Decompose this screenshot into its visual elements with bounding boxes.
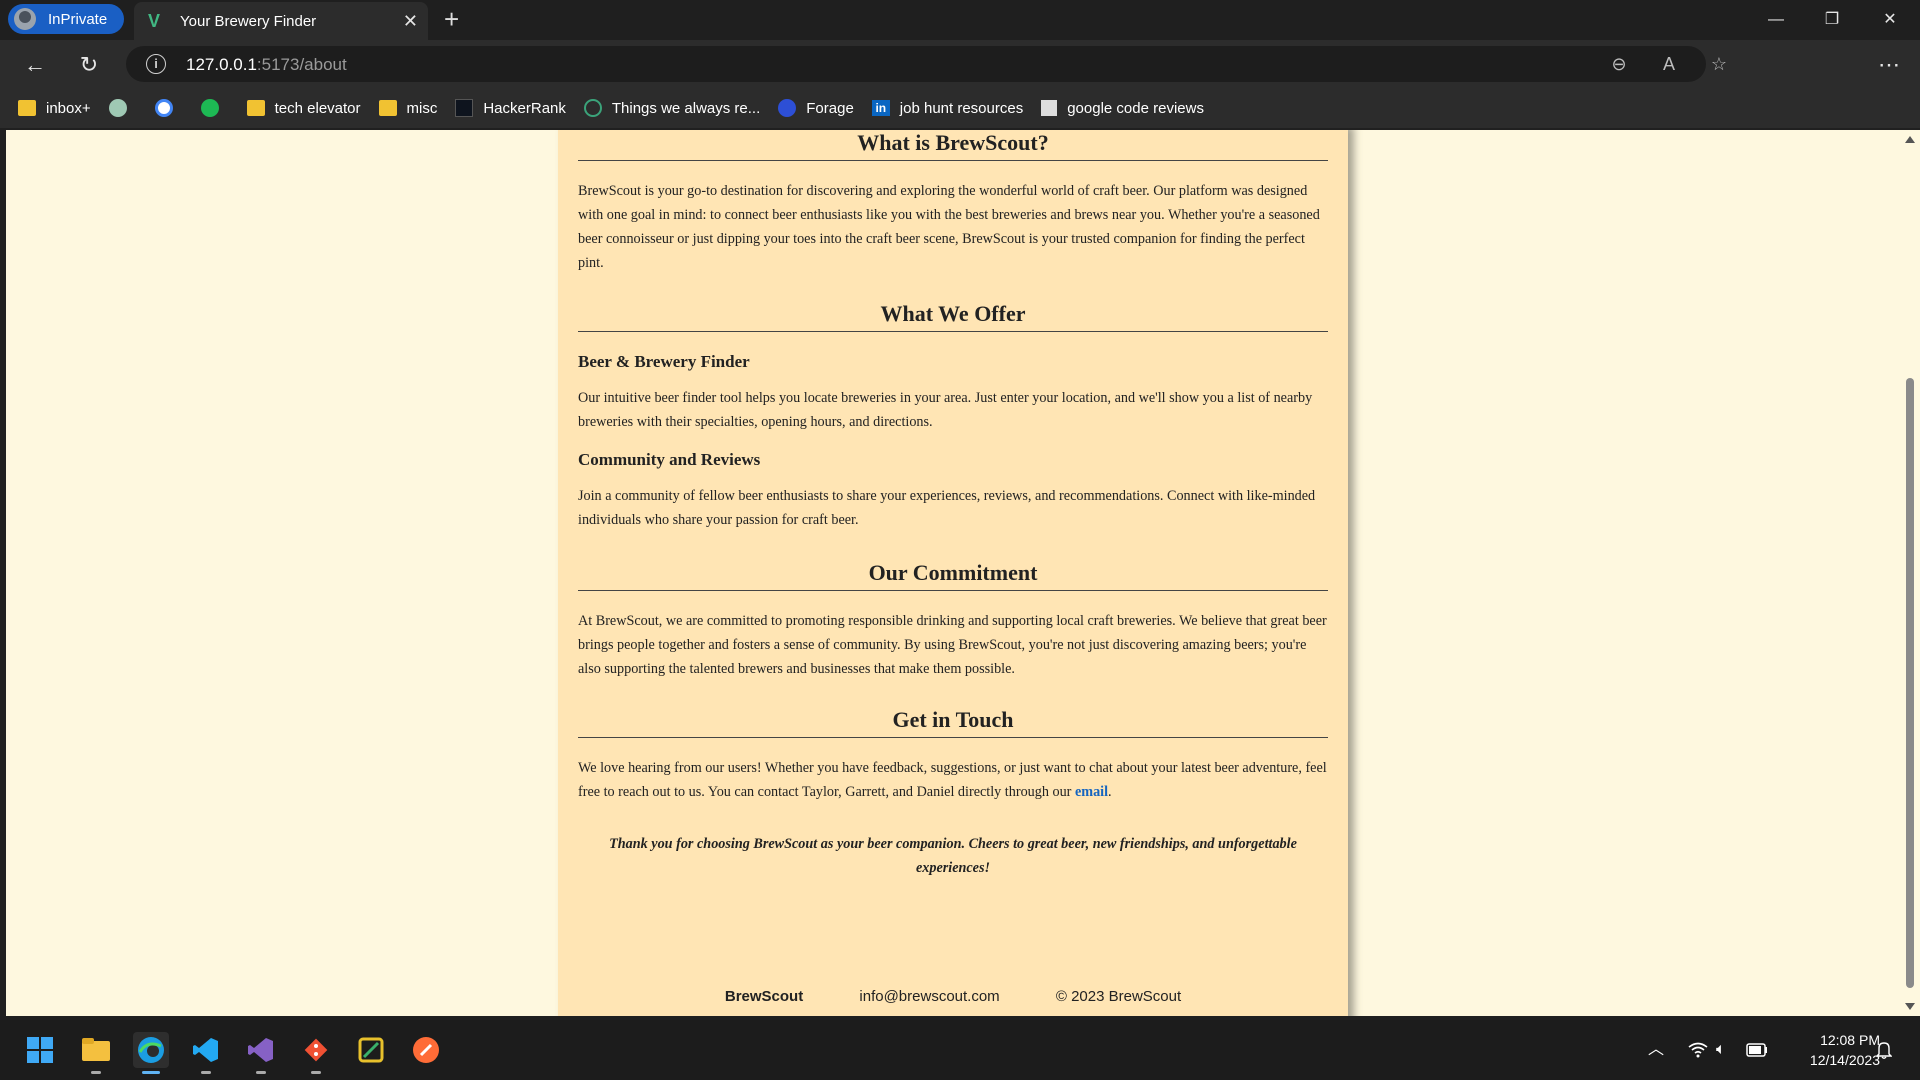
- bookmark-google-code-reviews[interactable]: google code reviews: [1041, 100, 1204, 117]
- spotify-icon: [200, 99, 219, 117]
- windows-start-icon[interactable]: [22, 1032, 58, 1068]
- bookmark-chatgpt[interactable]: [108, 99, 137, 117]
- section-text-what-is: BrewScout is your go-to destination for …: [578, 183, 1320, 271]
- site-footer: BrewScout info@brewscout.com © 2023 Brew…: [6, 988, 1900, 1005]
- bookmark-inbox[interactable]: inbox+: [18, 100, 91, 117]
- scrollbar-thumb[interactable]: [1906, 378, 1914, 988]
- favorites-bar: inbox+ tech elevator misc HackerRank Thi…: [0, 88, 1920, 128]
- page-viewport: What is BrewScout? BrewScout is your go-…: [6, 130, 1900, 1016]
- favorite-star-icon[interactable]: ☆: [1706, 52, 1732, 76]
- volume-icon[interactable]: 🔈︎: [1716, 1020, 1726, 1080]
- navigation-bar: ← ↻ i 127.0.0.1:5173/about ⊖ A ☆ ⋯: [0, 40, 1920, 88]
- restore-icon[interactable]: ❐: [1804, 0, 1860, 40]
- page-icon: [583, 99, 602, 117]
- footer-email[interactable]: info@brewscout.com: [859, 988, 999, 1005]
- folder-icon: [18, 100, 36, 116]
- email-link[interactable]: email: [1075, 784, 1108, 800]
- subheading-community: Community and Reviews: [578, 450, 761, 469]
- forage-icon: [778, 99, 797, 117]
- bookmark-things[interactable]: Things we always re...: [583, 99, 760, 117]
- file-explorer-icon[interactable]: [78, 1032, 114, 1074]
- section-text-get-in-touch: We love hearing from our users! Whether …: [578, 760, 1327, 800]
- back-icon[interactable]: ←: [20, 50, 50, 80]
- vue-favicon-icon: V: [148, 11, 161, 31]
- page-icon: [1041, 100, 1058, 116]
- close-icon[interactable]: ✕: [1862, 0, 1918, 40]
- new-tab-icon[interactable]: +: [444, 6, 459, 32]
- hackerrank-icon: [455, 99, 474, 117]
- footer-brand: BrewScout: [724, 988, 804, 1005]
- folder-icon: [246, 100, 265, 116]
- section-title-what-we-offer: What We Offer: [578, 301, 1328, 332]
- visual-studio-icon[interactable]: [243, 1032, 279, 1074]
- system-clock[interactable]: 12:08 PM 12/14/2023: [1780, 1030, 1880, 1070]
- folder-icon: [378, 100, 397, 116]
- tab-title: Your Brewery Finder: [180, 12, 317, 30]
- page-scrollbar[interactable]: [1900, 130, 1920, 1016]
- tab-close-icon[interactable]: ✕: [403, 11, 418, 32]
- about-card: What is BrewScout? BrewScout is your go-…: [558, 130, 1348, 1016]
- bookmark-forage[interactable]: Forage: [778, 99, 854, 117]
- site-info-icon[interactable]: i: [146, 54, 166, 74]
- clock-time: 12:08 PM: [1820, 1032, 1880, 1048]
- inprivate-badge[interactable]: InPrivate: [8, 4, 124, 34]
- postman-icon[interactable]: [408, 1032, 444, 1068]
- zoom-out-icon[interactable]: ⊖: [1606, 52, 1632, 76]
- tab-strip: InPrivate V Your Brewery Finder ✕ + — ❐ …: [0, 0, 1920, 40]
- bookmark-hackerrank[interactable]: HackerRank: [455, 99, 566, 117]
- clock-date: 12/14/2023: [1809, 1052, 1880, 1068]
- scroll-up-icon[interactable]: [1905, 136, 1915, 143]
- git-icon[interactable]: [298, 1032, 334, 1074]
- section-title-get-in-touch: Get in Touch: [578, 707, 1328, 738]
- battery-icon[interactable]: [1746, 1020, 1768, 1080]
- show-hidden-icons-icon[interactable]: ︿: [1648, 1020, 1664, 1080]
- wifi-icon[interactable]: [1688, 1020, 1708, 1080]
- section-text-commitment: At BrewScout, we are committed to promot…: [578, 613, 1327, 677]
- subheading-finder: Beer & Brewery Finder: [578, 352, 750, 371]
- snipping-tool-icon[interactable]: [353, 1032, 389, 1068]
- inprivate-label: InPrivate: [48, 10, 108, 28]
- thank-you-message: Thank you for choosing BrewScout as your…: [609, 836, 1297, 876]
- bookmark-tech-elevator[interactable]: tech elevator: [246, 100, 361, 117]
- url-text[interactable]: 127.0.0.1:5173/about: [186, 55, 347, 75]
- bookmark-spotify[interactable]: [200, 99, 229, 117]
- edge-icon[interactable]: [133, 1032, 169, 1074]
- minimize-icon[interactable]: —: [1748, 0, 1804, 40]
- bookmark-job-hunt[interactable]: in job hunt resources: [871, 100, 1023, 117]
- section-title-commitment: Our Commitment: [578, 560, 1328, 591]
- notification-bell-icon[interactable]: [1875, 1020, 1893, 1080]
- read-aloud-icon[interactable]: A: [1656, 52, 1682, 76]
- section-title-what-is: What is BrewScout?: [578, 130, 1328, 161]
- chatgpt-icon: [108, 99, 127, 117]
- bookmark-google[interactable]: [154, 99, 183, 117]
- active-tab[interactable]: V Your Brewery Finder ✕: [134, 2, 428, 40]
- google-icon: [154, 99, 173, 117]
- about-content: What is BrewScout? BrewScout is your go-…: [578, 130, 1328, 880]
- linkedin-icon: in: [871, 100, 890, 116]
- footer-copyright: © 2023 BrewScout: [1055, 988, 1182, 1005]
- profile-avatar: [14, 8, 36, 30]
- text-community: Join a community of fellow beer enthusia…: [578, 488, 1316, 528]
- vscode-icon[interactable]: [188, 1032, 224, 1074]
- bookmark-misc[interactable]: misc: [378, 100, 437, 117]
- windows-taskbar: ︿ 🔈︎ 12:08 PM 12/14/2023: [0, 1020, 1920, 1080]
- more-options-icon[interactable]: ⋯: [1874, 50, 1904, 80]
- scroll-down-icon[interactable]: [1905, 1003, 1915, 1010]
- text-finder: Our intuitive beer finder tool helps you…: [578, 390, 1313, 430]
- refresh-icon[interactable]: ↻: [74, 50, 104, 80]
- address-bar[interactable]: i 127.0.0.1:5173/about ⊖ A ☆: [126, 46, 1727, 82]
